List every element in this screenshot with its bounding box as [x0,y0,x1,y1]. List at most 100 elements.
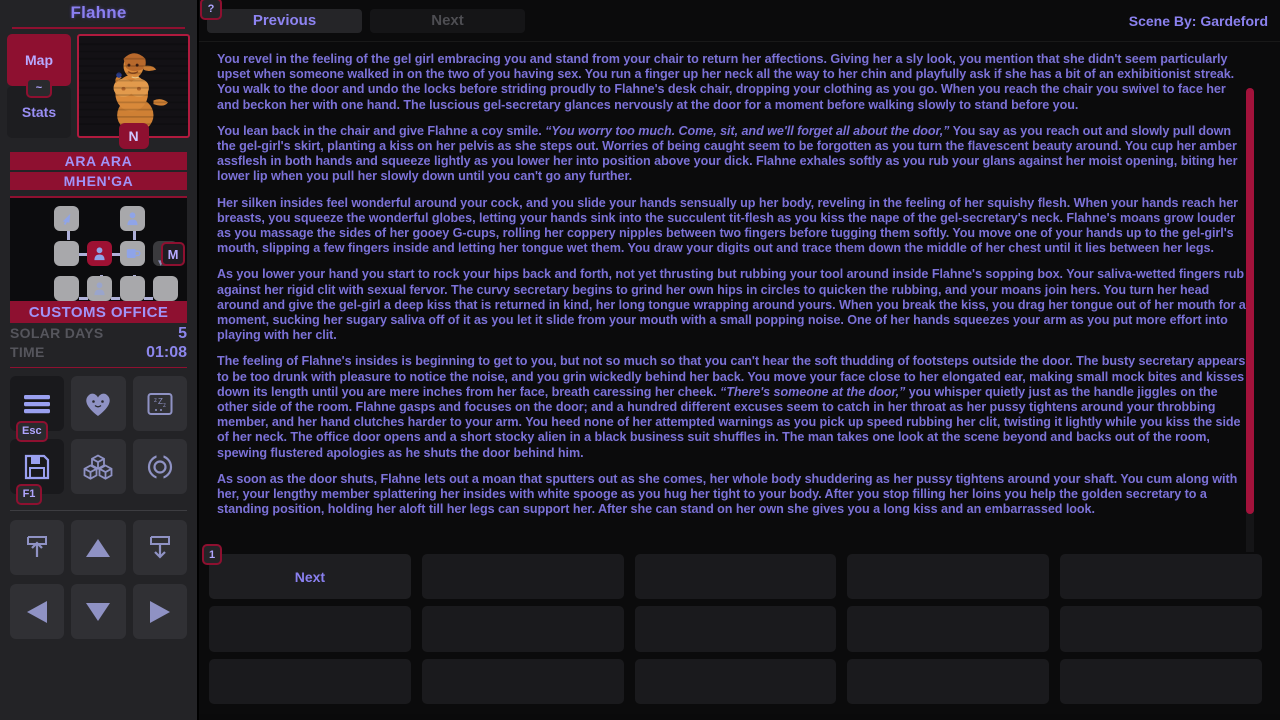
inventory-icon [84,453,113,480]
character-name: Flahne [70,3,127,22]
move-right-button[interactable] [132,584,187,639]
banner-ara-ara: ARA ARA [10,152,187,170]
menu-hotkey-badge: Esc [16,421,48,442]
stat-value: 5 [178,325,187,342]
portrait-wrapper[interactable]: N [77,34,190,149]
move-down-button[interactable] [71,584,126,639]
map-link [111,253,120,256]
stat-label: SOLAR DAYS [10,325,104,341]
arrow-up-icon [86,538,111,557]
menu-icon [24,394,51,413]
story-paragraph: You lean back in the chair and give Flah… [217,124,1246,185]
story-run: You lean back in the chair and give Flah… [217,123,546,138]
arrow-left-icon [27,600,48,623]
minimap[interactable]: ▾ M [10,196,187,303]
story-run: As soon as the door shuts, Flahne lets o… [217,471,1238,517]
map-cell-person-faded[interactable] [87,276,112,301]
story-paragraph: The feeling of Flahne's insides is begin… [217,354,1246,460]
scene-credit: Scene By: Gardeford [1128,13,1268,29]
portrait-badge: N [118,123,149,149]
nav-buttons-upper [10,520,187,575]
game-window: Flahne Map Stats ~ N ARA ARA MHEN'GA M C… [0,0,1280,720]
story-paragraph: As you lower your hand you start to rock… [217,267,1246,343]
next-button-top[interactable]: Next [370,8,525,33]
svg-text:z: z [163,403,166,409]
map-cell-cursor[interactable] [54,206,79,231]
mug-icon [126,249,140,258]
map-link [144,297,153,300]
save-hotkey-badge: F1 [16,484,42,505]
main-action-buttons: Esc z Z z F1 [10,376,187,505]
save-button[interactable]: F1 [10,439,65,505]
sleep-icon: z Z z [147,392,173,415]
store-button[interactable] [132,520,187,575]
cursor-icon [62,213,71,225]
map-link [111,297,120,300]
stat-row: TIME 01:08 [10,344,187,363]
map-stats-column: Map Stats ~ [7,34,71,138]
choice-slot-empty [634,658,837,704]
nav-divider [10,510,187,511]
next-button-top-label: Next [431,12,464,29]
download-icon [149,535,170,559]
save-icon [25,454,50,479]
map-cell-person[interactable] [120,206,145,231]
choice-slot-empty [847,658,1050,704]
arrow-down-icon [86,602,111,621]
scrollbar-thumb[interactable] [1246,88,1254,514]
choice-slot-empty [209,606,411,652]
portrait-art-icon [79,38,188,134]
choice-slot-empty [209,658,411,704]
location-banner: CUSTOMS OFFICE [10,303,187,323]
person-icon [127,212,138,226]
choice-slot-empty [1060,554,1262,600]
choice-slot-empty [421,554,624,600]
map-cell-empty[interactable] [54,276,79,301]
choice-hotkey-badge: 1 [202,544,222,565]
sleep-button[interactable]: z Z z [132,376,187,431]
stats-divider [10,367,187,368]
reload-icon [147,453,172,480]
arrow-right-icon [149,600,170,623]
story-body: You revel in the feeling of the gel girl… [217,52,1246,517]
map-cell-empty[interactable] [153,276,178,301]
previous-button-label: Previous [252,12,317,29]
choice-button[interactable]: 1 Next [202,544,411,600]
menu-button[interactable]: Esc [10,376,65,442]
story-text-area: You revel in the feeling of the gel girl… [199,42,1280,552]
stat-value: 01:08 [146,344,187,361]
move-up-button[interactable] [71,520,126,575]
sidebar: Flahne Map Stats ~ N ARA ARA MHEN'GA M C… [0,0,199,720]
map-hotkey-badge: ~ [26,78,52,98]
story-paragraph: Her silken insides feel wonderful around… [217,196,1246,257]
person-icon [94,247,105,261]
map-link [133,231,136,240]
portrait-row: Map Stats ~ N [0,34,197,149]
reload-button[interactable] [132,439,187,494]
appearance-button[interactable] [71,376,126,431]
story-run: Her silken insides feel wonderful around… [217,195,1239,256]
bottom-edge [199,714,1280,720]
choice-slot-empty [847,554,1050,600]
story-quote: “You worry too much. Come, sit, and we'l… [545,123,950,138]
stats-list: SOLAR DAYS 5 TIME 01:08 [10,325,187,363]
story-run: You revel in the feeling of the gel girl… [217,52,1235,112]
nav-buttons-lower [10,584,187,639]
story-quote: “There's someone at the door,” [720,384,906,399]
move-left-button[interactable] [10,584,65,639]
previous-button[interactable]: ? Previous [200,0,362,33]
map-cell-empty[interactable] [54,241,79,266]
map-cell-empty[interactable] [120,276,145,301]
map-cell-current[interactable] [87,241,112,266]
load-button[interactable] [10,520,65,575]
map-link [67,231,70,240]
help-hotkey-badge: ? [200,0,222,20]
choice-slot-empty [421,658,624,704]
inventory-button[interactable] [71,439,126,494]
map-cell-mug[interactable] [120,241,145,266]
story-paragraph: You revel in the feeling of the gel girl… [217,52,1246,113]
choice-slot-empty [421,606,624,652]
title-divider [12,27,185,29]
choice-grid: 1 Next [199,544,1280,714]
choice-slot-empty [1060,658,1262,704]
